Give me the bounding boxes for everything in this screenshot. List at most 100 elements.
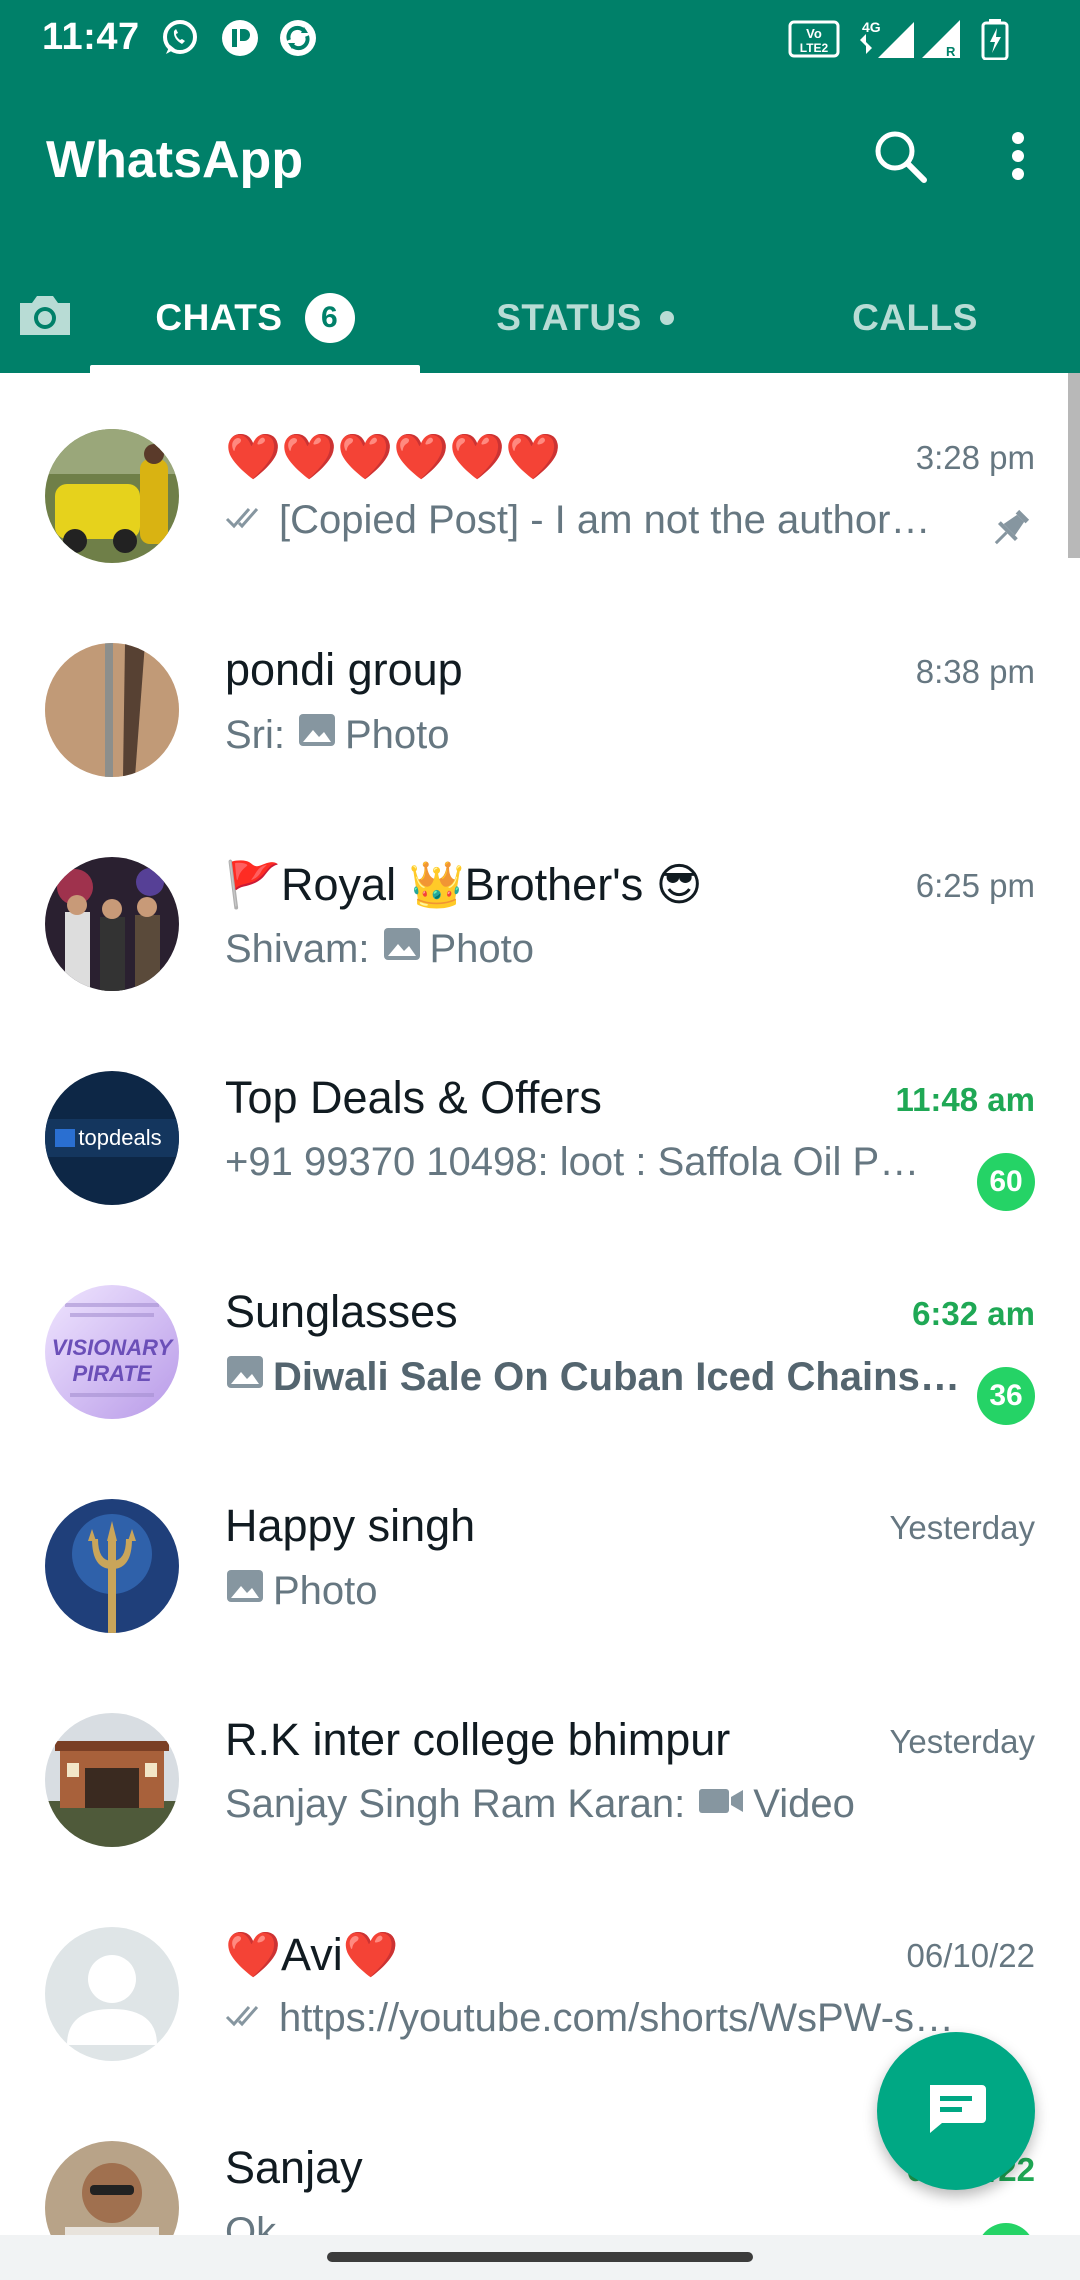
volte-lte2-icon: Vo LTE2 [788,18,840,60]
chat-name: ❤️❤️❤️❤️❤️❤️ [225,431,562,482]
double-check-icon [225,498,271,543]
chat-name: Top Deals & Offers [225,1072,602,1123]
tab-chats[interactable]: CHATS 6 [90,262,420,373]
avatar[interactable] [45,1927,179,2061]
chat-name: Sanjay [225,2142,363,2193]
chat-preview: Sri: Photo [225,712,960,758]
chat-row[interactable]: topdeals Top Deals & Offers 11:48 am +91… [0,1015,1080,1229]
chat-name: R.K inter college bhimpur [225,1714,731,1765]
chat-time: 8:38 pm [915,653,1035,690]
tab-camera[interactable] [0,262,90,373]
chat-name: Happy singh [225,1500,476,1551]
chat-sender: Sanjay Singh Ram Karan: [225,1782,686,1826]
chat-time: 3:28 pm [915,439,1035,476]
svg-text:LTE2: LTE2 [800,41,829,55]
chat-preview: [Copied Post] - I am not the author… [225,498,960,543]
chat-row[interactable]: Happy singh Yesterday Photo [0,1443,1080,1657]
chat-preview: Photo [225,1568,960,1614]
chat-row[interactable]: VISIONARY PIRATE Sunglasses 6:32 am Diwal… [0,1229,1080,1443]
photo-icon [225,1354,265,1400]
chat-sender: Sri: [225,712,285,757]
chat-row[interactable]: 🚩Royal 👑Brother's 😎 6:25 pm Shivam: Phot… [0,801,1080,1015]
search-button[interactable] [860,118,940,198]
avatar-logo-text: PIRATE [72,1361,152,1386]
gesture-handle[interactable] [327,2252,753,2262]
tab-chats-label: CHATS [155,296,283,338]
app-notification-icon [220,18,260,58]
pin-icon [988,507,1032,556]
chat-preview-text: +91 99370 10498: loot : Saffola Oil P… [225,1140,920,1184]
chat-name: ❤️Avi❤️ [225,1929,399,1980]
tab-calls-label: CALLS [852,296,978,338]
active-tab-indicator [90,365,420,373]
avatar[interactable] [45,857,179,991]
unread-count-badge: 36 [977,1367,1035,1425]
chat-preview: Sanjay Singh Ram Karan: Video [225,1782,960,1827]
chat-list: ❤️❤️❤️❤️❤️❤️ 3:28 pm [Copied Post] - I a… [0,373,1080,2235]
chat-row[interactable]: R.K inter college bhimpur Yesterday Sanj… [0,1657,1080,1871]
unread-chats-badge: 6 [304,292,355,343]
search-icon [872,128,928,189]
chat-preview: Diwali Sale On Cuban Iced Chains… [225,1354,960,1400]
4g-data-icon: 4G [856,18,916,60]
tab-status[interactable]: STATUS [420,262,750,373]
status-update-dot [659,310,674,325]
photo-icon [225,1568,265,1614]
avatar[interactable] [45,2141,179,2235]
avatar[interactable] [45,429,179,563]
tab-bar: CHATS 6 STATUS CALLS [0,262,1080,373]
more-vert-icon [1010,131,1026,186]
chat-media-label: Video [753,1782,855,1826]
avatar[interactable] [45,643,179,777]
chat-time: 6:32 am [912,1295,1035,1332]
chat-media-label: Photo [345,712,450,757]
more-options-button[interactable] [978,118,1058,198]
scrollbar[interactable] [1068,373,1080,558]
tab-status-label: STATUS [496,296,642,338]
status-bar: 11:47 Vo LTE2 4G R [0,0,1080,78]
chat-name: pondi group [225,644,463,695]
svg-text:4G: 4G [862,19,881,35]
chat-time: Yesterday [889,1723,1035,1760]
avatar[interactable] [45,1713,179,1847]
new-chat-button[interactable] [877,2032,1035,2190]
avatar[interactable]: topdeals [45,1071,179,1205]
camera-icon [16,291,74,344]
chat-sender: Shivam: [225,926,370,971]
photo-icon [382,926,422,972]
chat-row[interactable]: pondi group 8:38 pm Sri: Photo [0,587,1080,801]
status-time: 11:47 [42,16,140,58]
battery-charging-icon [980,18,1010,61]
sync-icon [278,18,318,58]
double-check-icon [225,1996,271,2041]
chat-name: Sunglasses [225,1286,458,1337]
chat-time: 06/10/22 [906,1937,1035,1974]
unread-count-badge: 60 [977,1153,1035,1211]
svg-text:Vo: Vo [806,26,822,41]
chat-preview: https://youtube.com/shorts/WsPW-s… [225,1996,960,2041]
chat-time: Yesterday [889,1509,1035,1546]
system-nav-bar [0,2235,1080,2280]
app-title: WhatsApp [46,131,304,189]
chat-time: 6:25 pm [915,867,1035,904]
chat-preview: Ok [225,2210,960,2235]
avatar[interactable]: VISIONARY PIRATE [45,1285,179,1419]
avatar[interactable] [45,1499,179,1633]
tab-calls[interactable]: CALLS [750,262,1080,373]
app-header: 11:47 Vo LTE2 4G R WhatsApp CHATS 6 STAT… [0,0,1080,373]
chat-media-label: Photo [429,926,535,971]
chat-preview-text: [Copied Post] - I am not the author… [279,498,931,542]
photo-icon [297,712,337,758]
chat-preview-text: Ok [225,2210,277,2235]
chat-row[interactable]: ❤️❤️❤️❤️❤️❤️ 3:28 pm [Copied Post] - I a… [0,373,1080,587]
chat-time: 11:48 am [895,1081,1035,1118]
chat-media-label: Photo [273,1568,378,1613]
whatsapp-icon [160,18,200,58]
unread-count-badge [977,2223,1035,2235]
chat-name: 🚩Royal 👑Brother's 😎 [225,859,703,910]
avatar-logo-text: VISIONARY [52,1335,175,1360]
chat-preview-text: Diwali Sale On Cuban Iced Chains… [273,1354,960,1399]
chat-preview: +91 99370 10498: loot : Saffola Oil P… [225,1140,960,1185]
chat-preview: Shivam: Photo [225,926,960,972]
new-chat-icon [924,2081,988,2142]
